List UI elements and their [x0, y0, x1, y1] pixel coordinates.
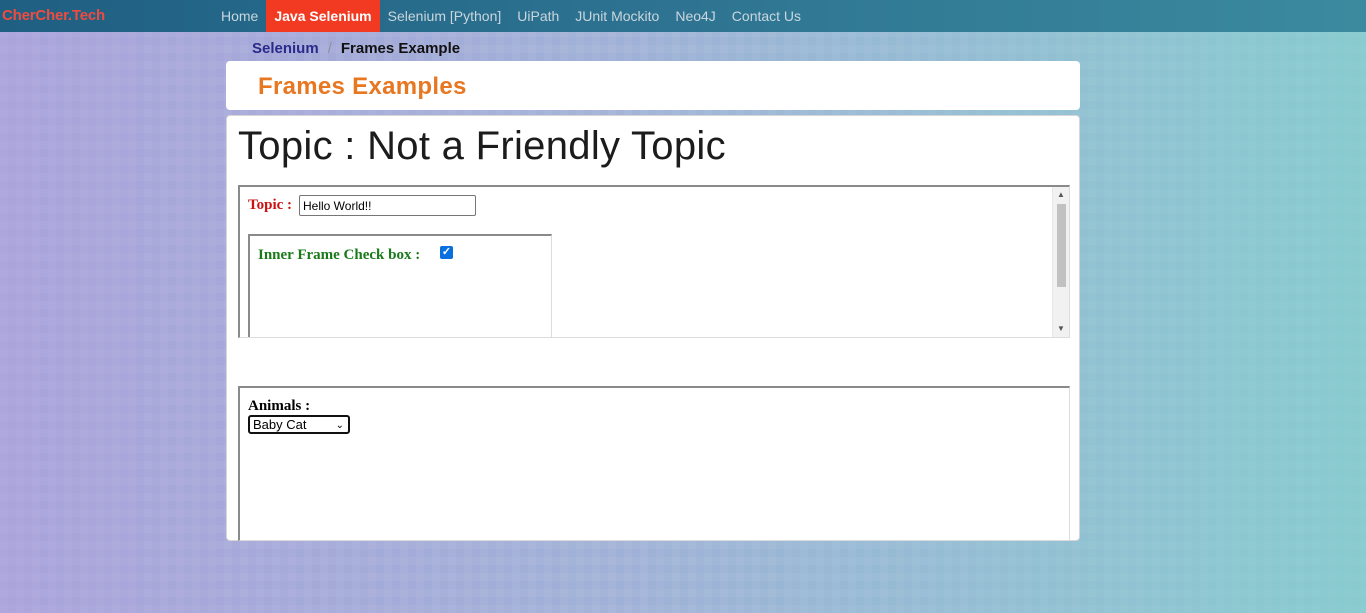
animals-label: Animals : [248, 398, 311, 414]
topic-heading: Topic : Not a Friendly Topic [238, 124, 726, 168]
breadcrumb-separator: / [327, 40, 332, 57]
topic-frame-scrollbar[interactable]: ▲ ▼ [1052, 187, 1069, 337]
inner-frame[interactable]: Inner Frame Check box : ✓ [248, 234, 552, 337]
nav-item-java-selenium[interactable]: Java Selenium [266, 0, 380, 32]
topic-input[interactable] [299, 195, 476, 216]
nav-item-home[interactable]: Home [213, 0, 266, 32]
breadcrumb-link-selenium[interactable]: Selenium [252, 40, 319, 57]
topic-frame[interactable]: Topic : Inner Frame Check box : ✓ ▲ ▼ [238, 185, 1070, 338]
scroll-thumb[interactable] [1057, 204, 1066, 287]
main-card: Topic : Not a Friendly Topic Topic : Inn… [226, 115, 1080, 541]
inner-frame-checkbox-label: Inner Frame Check box : [258, 247, 421, 263]
scroll-up-arrow-icon[interactable]: ▲ [1053, 187, 1069, 203]
scroll-down-arrow-icon[interactable]: ▼ [1053, 321, 1069, 337]
nav-item-contact-us[interactable]: Contact Us [724, 0, 809, 32]
inner-frame-checkbox[interactable]: ✓ [440, 246, 453, 259]
header-card: Frames Examples [226, 61, 1080, 110]
nav-menu: Home Java Selenium Selenium [Python] UiP… [213, 0, 809, 32]
topic-label: Topic : [248, 197, 293, 213]
chevron-down-icon: ⌄ [335, 420, 344, 431]
nav-item-uipath[interactable]: UiPath [509, 0, 567, 32]
page-title: Frames Examples [258, 73, 467, 100]
animals-frame[interactable]: Animals : Baby Cat ⌄ [238, 386, 1070, 541]
top-navbar: CherCher.Tech Home Java Selenium Seleniu… [0, 0, 1366, 32]
nav-item-selenium-python[interactable]: Selenium [Python] [380, 0, 510, 32]
breadcrumb-current: Frames Example [340, 40, 461, 57]
breadcrumb: Selenium / Frames Example [252, 40, 460, 57]
animals-select[interactable]: Baby Cat ⌄ [248, 415, 350, 434]
brand-logo[interactable]: CherCher.Tech [2, 7, 105, 24]
nav-item-neo4j[interactable]: Neo4J [667, 0, 723, 32]
nav-item-junit-mockito[interactable]: JUnit Mockito [567, 0, 667, 32]
animals-select-value: Baby Cat [253, 417, 307, 432]
